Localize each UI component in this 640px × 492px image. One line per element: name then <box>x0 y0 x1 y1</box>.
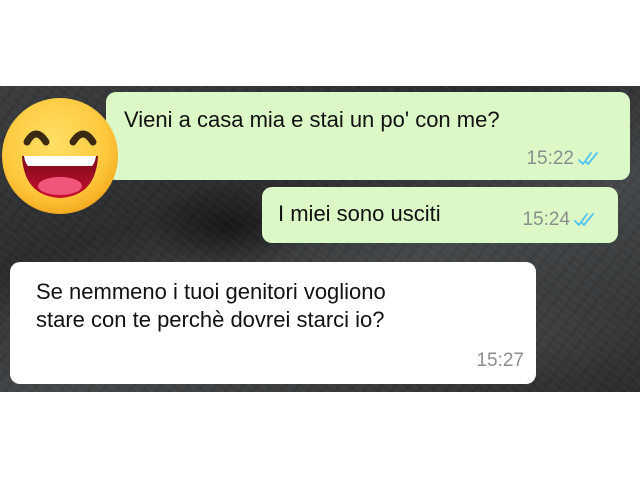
message-text: I miei sono usciti <box>278 201 441 226</box>
outgoing-message-bubble[interactable]: Vieni a casa mia e stai un po' con me? 1… <box>106 92 630 180</box>
double-check-read-icon <box>574 213 594 226</box>
incoming-message-bubble[interactable]: Se nemmeno i tuoi genitori vogliono star… <box>10 262 536 384</box>
double-check-read-icon <box>578 152 598 165</box>
message-meta: 15:22 <box>526 148 602 170</box>
message-text-line: stare con te perchè dovrei starci io? <box>36 307 385 332</box>
grinning-face-with-big-eyes-icon <box>2 98 118 214</box>
message-meta: 15:27 <box>476 350 524 372</box>
outgoing-message-bubble[interactable]: I miei sono usciti 15:24 <box>262 187 618 243</box>
message-text-line: Se nemmeno i tuoi genitori vogliono <box>36 279 386 304</box>
message-meta: 15:24 <box>522 209 598 231</box>
message-text: Vieni a casa mia e stai un po' con me? <box>124 107 500 132</box>
message-timestamp: 15:24 <box>522 209 570 230</box>
message-timestamp: 15:27 <box>476 350 524 371</box>
message-timestamp: 15:22 <box>526 148 574 169</box>
